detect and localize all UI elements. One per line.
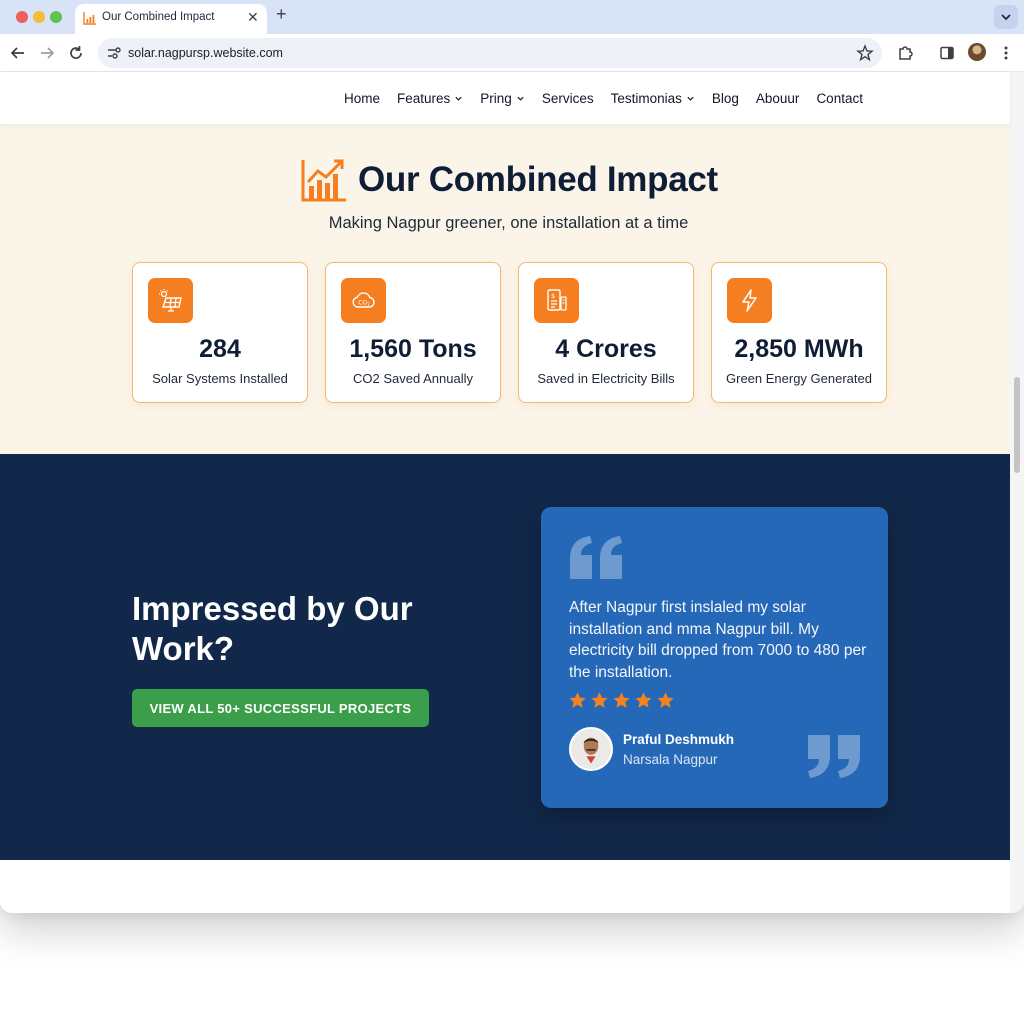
stat-value: 284 [199,335,241,363]
nav-item-features[interactable]: Features [397,91,463,106]
star-icon [657,692,674,708]
address-bar[interactable]: solar.nagpursp.website.com [98,38,882,68]
stat-label: Green Energy Generated [726,371,872,386]
stat-card-systems: 284 Solar Systems Installed [132,262,308,403]
tab-search-button[interactable] [994,5,1018,29]
lightning-bolt-icon [742,289,757,312]
nav-item-home[interactable]: Home [344,91,380,106]
star-icon [635,692,652,708]
nav-item-label: Home [344,91,381,106]
star-rating [568,691,675,710]
card-icon-badge [727,278,772,323]
view-projects-button[interactable]: VIEW ALL 50+ SUCCESSFUL PROJECTS [132,689,429,727]
close-window-button[interactable] [16,11,28,23]
nav-item-label: Services [541,91,594,106]
tab-close-icon[interactable]: ✕ [247,9,259,26]
testimonial-card: After Nagpur first inslaled my solar ins… [541,507,888,808]
nav-item-services[interactable]: Services [542,91,594,106]
impact-title: Our Combined Impact [358,160,718,199]
svg-text:CO: CO [358,300,367,307]
maximize-window-button[interactable] [50,11,62,23]
impact-subtitle: Making Nagpur greener, one installation … [328,214,689,232]
customer-name: Praful Deshmukh [623,732,735,747]
extensions-puzzle-icon[interactable] [896,44,914,62]
profile-avatar[interactable] [968,43,986,61]
svg-text:2: 2 [367,302,370,307]
star-icon [569,692,586,708]
stat-label: CO2 Saved Annually [353,371,473,386]
impact-heading: Our Combined Impact [300,156,718,204]
star-icon [613,692,630,708]
url-text[interactable]: solar.nagpursp.website.com [128,46,283,60]
testimonial-section: Impressed by Our Work? VIEW ALL 50+ SUCC… [0,454,1010,860]
nav-menu: Home Features Pring Services Testimonias Blog… [344,91,863,106]
card-icon-badge: $ [534,278,579,323]
nav-item-label: Abouur [755,91,800,106]
svg-text:$: $ [551,292,555,300]
open-quote-icon [570,536,622,579]
back-arrow-icon[interactable] [9,44,27,62]
nav-item-label: Contact [816,91,863,106]
chevron-down-icon [517,96,524,101]
nav-item-contact[interactable]: Contact [816,91,863,106]
customer-avatar [569,727,613,771]
scrollbar-thumb[interactable] [1014,377,1020,473]
cta-title: Impressed by Our Work? [132,590,413,667]
co2-cloud-icon: CO 2 [352,292,375,308]
stat-value: 1,560 Tons [349,335,477,363]
bill-document-icon: $ [547,289,567,311]
close-quote-icon [808,735,860,778]
stat-value: 4 Crores [555,335,657,363]
impact-section: Our Combined Impact Making Nagpur greene… [0,125,1010,454]
stat-card-co2: CO 2 1,560 Tons CO2 Saved Annually [325,262,501,403]
stat-label: Solar Systems Installed [152,371,288,386]
more-menu-icon[interactable] [997,44,1015,62]
stat-label: Saved in Electricity Bills [537,371,675,386]
nav-item-label: Pring [480,91,512,106]
nav-item-abouur[interactable]: Abouur [756,91,800,106]
testimonial-quote: After Nagpur first inslaled my solar ins… [569,599,867,682]
stat-value: 2,850 MWh [734,335,864,363]
bookmark-star-icon[interactable] [856,44,874,62]
stat-card-energy: 2,850 MWh Green Energy Generated [711,262,887,403]
site-settings-icon[interactable] [106,45,122,61]
stat-card-savings: $ 4 Crores Saved in Electricity Bills [518,262,694,403]
site-navigation: Home Features Pring Services Testimonias Blog… [0,72,1010,125]
side-panel-icon[interactable] [938,44,956,62]
star-icon [591,692,608,708]
new-tab-button[interactable]: + [276,4,287,25]
nav-item-blog[interactable]: Blog [712,91,739,106]
browser-tab-active[interactable]: Our Combined Impact ✕ [75,4,267,34]
chevron-down-icon [687,96,694,101]
nav-item-label: Blog [711,91,739,106]
customer-location: Narsala Nagpur [623,752,718,767]
growth-chart-icon [301,159,346,202]
tab-strip: Our Combined Impact ✕ + [0,0,1024,34]
reload-icon[interactable] [67,44,85,62]
chevron-down-icon [1001,14,1011,21]
card-icon-badge: CO 2 [341,278,386,323]
nav-item-testimonias[interactable]: Testimonias [611,91,695,106]
chart-favicon-icon [83,12,96,25]
nav-item-label: Features [397,91,451,106]
person-photo-icon [571,729,611,769]
tab-title: Our Combined Impact [102,11,215,23]
browser-window: Our Combined Impact ✕ + solar.nagpursp.w… [0,0,1024,913]
card-icon-badge [148,278,193,323]
minimize-window-button[interactable] [33,11,45,23]
forward-arrow-icon[interactable] [38,44,56,62]
page-scrollbar[interactable] [1010,72,1024,913]
nav-item-label: Testimonias [610,91,682,106]
solar-panel-icon [159,289,182,312]
chevron-down-icon [455,96,462,101]
browser-toolbar: solar.nagpursp.website.com [0,34,1024,72]
nav-item-pring[interactable]: Pring [480,91,525,106]
